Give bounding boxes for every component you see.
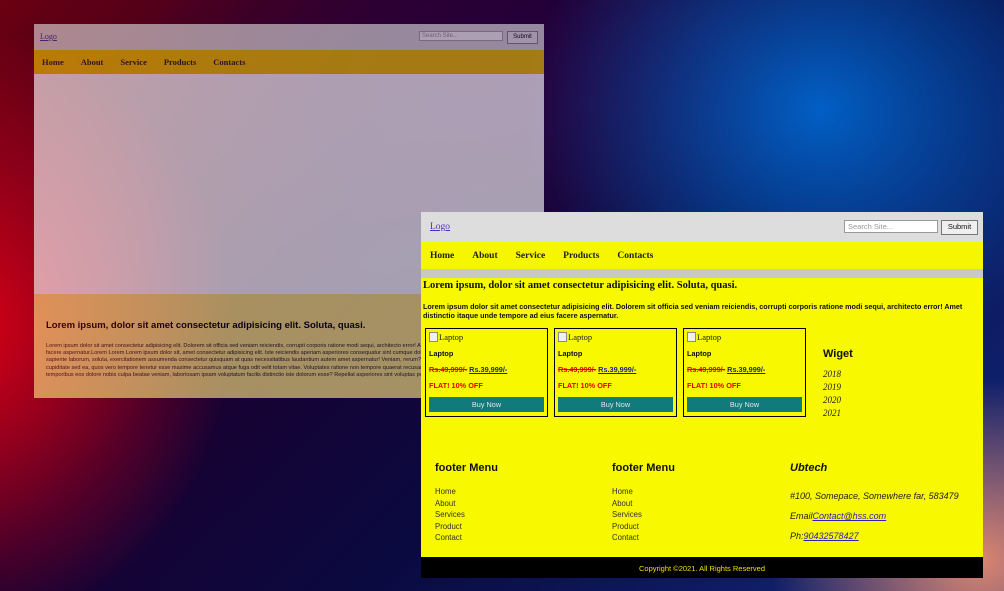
divider-band <box>421 269 983 278</box>
nav-about[interactable]: About <box>81 57 104 67</box>
year-widget: Wiget 2018 2019 2020 2021 <box>823 348 853 420</box>
site-footer: footer Menu Home About Services Product … <box>421 456 983 556</box>
site-header: Logo Search Site... Submit <box>421 212 983 242</box>
footer-link-services[interactable]: Services <box>612 509 675 521</box>
nav-home[interactable]: Home <box>42 57 64 67</box>
footer-menu-title: footer Menu <box>612 462 675 474</box>
offer-label: FLAT! 10% OFF <box>687 381 741 390</box>
new-price-link[interactable]: Rs.39,999/- <box>727 365 765 374</box>
widget-year: 2020 <box>823 395 841 405</box>
footer-link-product[interactable]: Product <box>612 521 675 533</box>
widget-year: 2018 <box>823 369 841 379</box>
main-nav: Home About Service Products Contacts <box>34 50 544 74</box>
product-card: Laptop Laptop Rs.49,999/- Rs.39,999/- FL… <box>425 328 548 417</box>
footer-company: Ubtech #100, Somepace, Somewhere far, 58… <box>790 462 959 546</box>
product-name: Laptop <box>687 349 712 358</box>
footer-link-home[interactable]: Home <box>435 486 498 498</box>
broken-image-icon <box>429 332 438 342</box>
product-price: Rs.49,999/- Rs.39,999/- <box>558 365 636 374</box>
product-card: Laptop Laptop Rs.49,999/- Rs.39,999/- FL… <box>554 328 677 417</box>
foreground-browser-window: Logo Search Site... Submit Home About Se… <box>421 212 983 578</box>
footer-menu-1: footer Menu Home About Services Product … <box>435 462 498 544</box>
broken-image-icon <box>558 332 567 342</box>
company-address: #100, Somepace, Somewhere far, 583479 <box>790 491 959 501</box>
submit-button[interactable]: Submit <box>941 220 978 235</box>
nav-about[interactable]: About <box>472 251 497 261</box>
company-email: EmailContact@hss.com <box>790 506 959 526</box>
phone-label: Ph: <box>790 531 804 541</box>
footer-link-contact[interactable]: Contact <box>612 532 675 544</box>
company-name: Ubtech <box>790 462 828 474</box>
footer-link-contact[interactable]: Contact <box>435 532 498 544</box>
product-price: Rs.49,999/- Rs.39,999/- <box>687 365 765 374</box>
email-link[interactable]: Contact@hss.com <box>813 511 887 521</box>
search-input[interactable]: Search Site... <box>844 220 938 233</box>
product-image-alt: Laptop <box>697 332 722 342</box>
new-price-link[interactable]: Rs.39,999/- <box>469 365 507 374</box>
product-card: Laptop Laptop Rs.49,999/- Rs.39,999/- FL… <box>683 328 806 417</box>
nav-service[interactable]: Service <box>516 251 546 261</box>
main-nav: Home About Service Products Contacts <box>421 242 983 269</box>
product-image-alt: Laptop <box>439 332 464 342</box>
buy-now-button[interactable]: Buy Now <box>429 397 544 412</box>
site-header: Logo Search Site... Submit <box>34 24 544 50</box>
logo-link[interactable]: Logo <box>40 32 57 41</box>
intro-text: Lorem ipsum dolor sit amet consectetur a… <box>423 302 963 320</box>
submit-button[interactable]: Submit <box>507 31 538 44</box>
offer-label: FLAT! 10% OFF <box>558 381 612 390</box>
product-image: Laptop <box>429 332 463 342</box>
offer-label: FLAT! 10% OFF <box>429 381 483 390</box>
logo-link[interactable]: Logo <box>430 222 450 232</box>
nav-home[interactable]: Home <box>430 251 454 261</box>
old-price: Rs.49,999/- <box>558 365 597 374</box>
broken-image-icon <box>687 332 696 342</box>
new-price-link[interactable]: Rs.39,999/- <box>598 365 636 374</box>
product-image: Laptop <box>687 332 721 342</box>
product-name: Laptop <box>429 349 454 358</box>
widget-year: 2021 <box>823 408 841 418</box>
old-price: Rs.49,999/- <box>687 365 726 374</box>
buy-now-button[interactable]: Buy Now <box>687 397 802 412</box>
footer-menu-2: footer Menu Home About Services Product … <box>612 462 675 544</box>
nav-contacts[interactable]: Contacts <box>213 57 245 67</box>
search-input[interactable]: Search Site... <box>419 31 503 41</box>
email-label: Email <box>790 511 813 521</box>
footer-link-about[interactable]: About <box>612 498 675 510</box>
copyright-bar: Copyright ©2021. All Rights Reserved <box>421 557 983 578</box>
nav-products[interactable]: Products <box>563 251 599 261</box>
buy-now-button[interactable]: Buy Now <box>558 397 673 412</box>
footer-menu-title: footer Menu <box>435 462 498 474</box>
footer-link-product[interactable]: Product <box>435 521 498 533</box>
nav-service[interactable]: Service <box>120 57 146 67</box>
nav-contacts[interactable]: Contacts <box>617 251 653 261</box>
widget-title: Wiget <box>823 348 853 360</box>
page-headline: Lorem ipsum, dolor sit amet consectetur … <box>423 280 738 291</box>
company-phone: Ph:90432578427 <box>790 526 959 546</box>
product-name: Laptop <box>558 349 583 358</box>
product-image-alt: Laptop <box>568 332 593 342</box>
old-price: Rs.49,999/- <box>429 365 468 374</box>
footer-link-home[interactable]: Home <box>612 486 675 498</box>
product-image: Laptop <box>558 332 592 342</box>
nav-products[interactable]: Products <box>164 57 196 67</box>
product-price: Rs.49,999/- Rs.39,999/- <box>429 365 507 374</box>
phone-link[interactable]: 90432578427 <box>804 531 859 541</box>
product-grid: Laptop Laptop Rs.49,999/- Rs.39,999/- FL… <box>425 328 806 417</box>
widget-year: 2019 <box>823 382 841 392</box>
footer-link-about[interactable]: About <box>435 498 498 510</box>
footer-link-services[interactable]: Services <box>435 509 498 521</box>
